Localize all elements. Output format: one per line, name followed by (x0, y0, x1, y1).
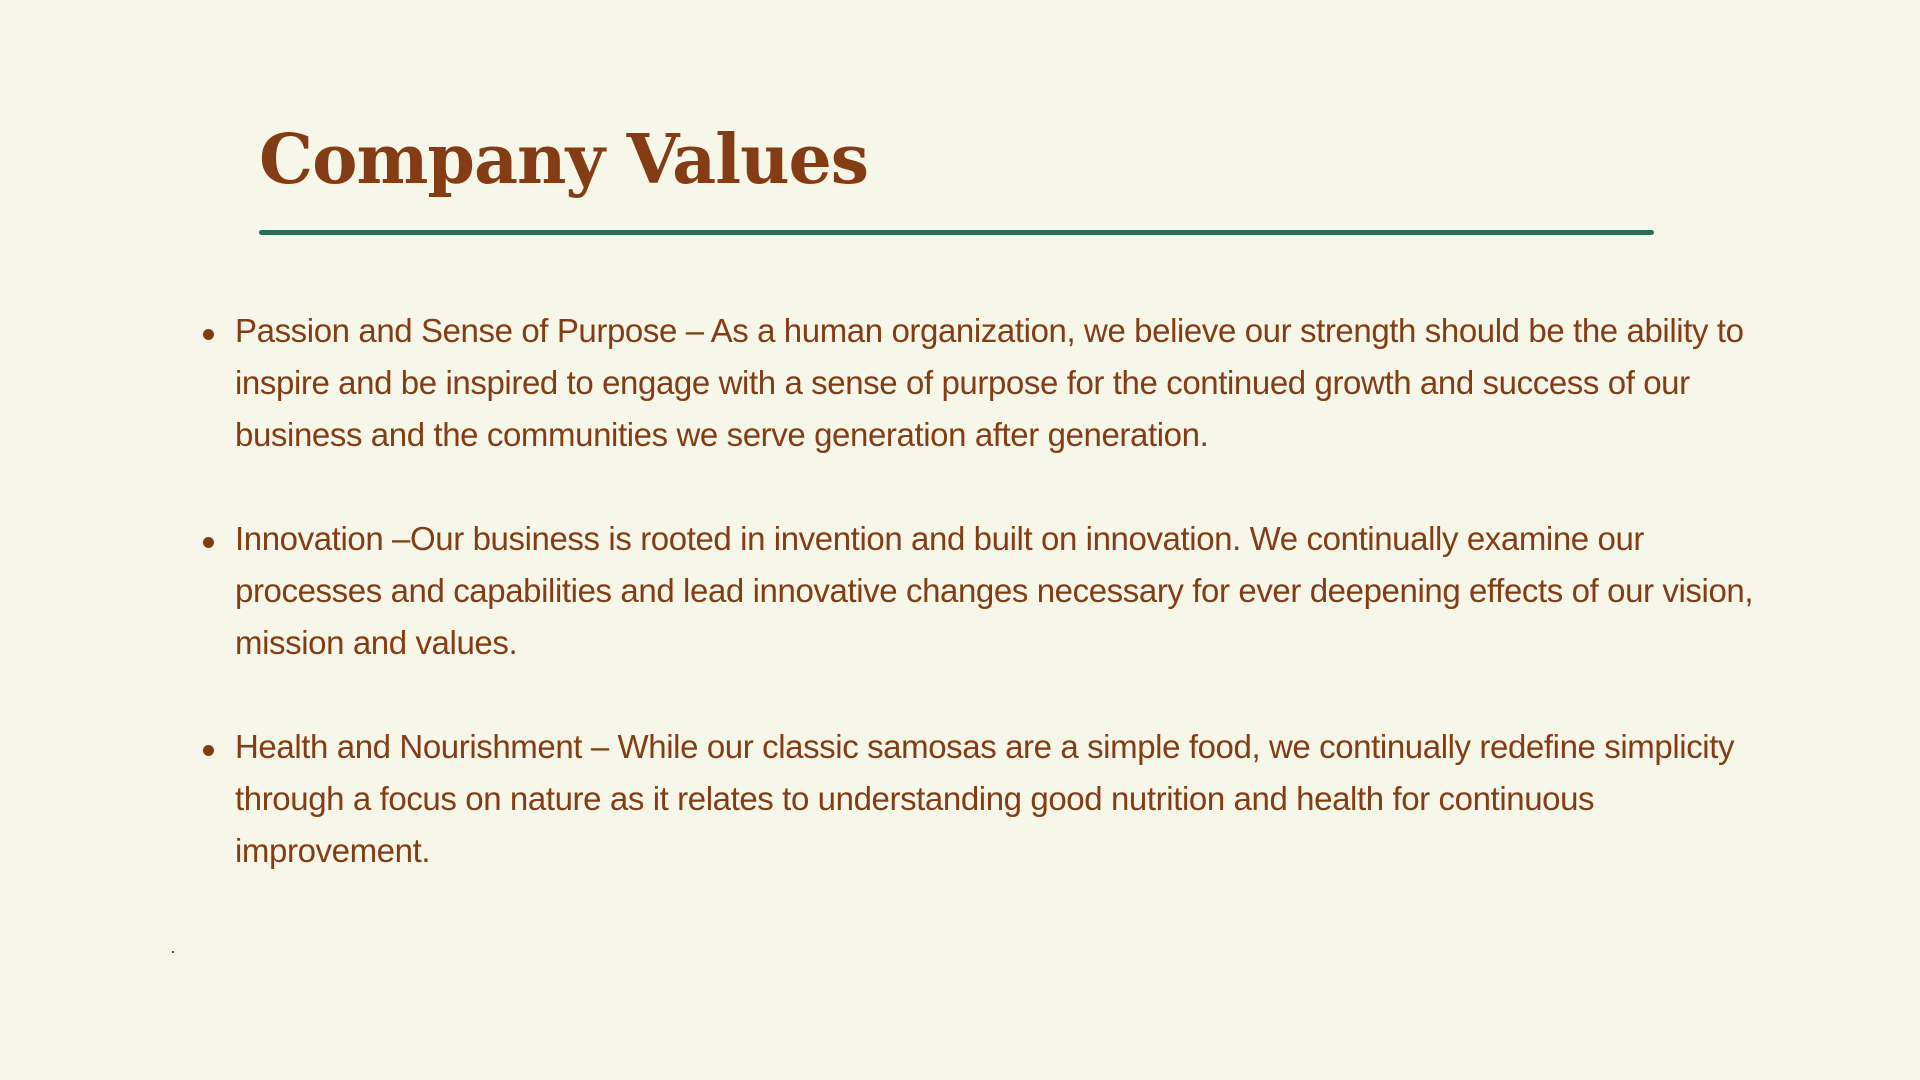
bullet-icon (203, 329, 214, 340)
list-item: Health and Nourishment – While our class… (198, 721, 1778, 877)
bullet-icon (203, 745, 214, 756)
value-text: Innovation –Our business is rooted in in… (235, 520, 1754, 661)
list-item: Innovation –Our business is rooted in in… (198, 513, 1778, 669)
title-divider (259, 230, 1654, 235)
decorative-speck (172, 951, 174, 953)
value-text: Health and Nourishment – While our class… (235, 728, 1735, 869)
bullet-icon (203, 537, 214, 548)
value-text: Passion and Sense of Purpose – As a huma… (235, 312, 1744, 453)
slide: Company Values Passion and Sense of Purp… (0, 0, 1920, 1080)
list-item: Passion and Sense of Purpose – As a huma… (198, 305, 1778, 461)
values-list: Passion and Sense of Purpose – As a huma… (198, 305, 1778, 929)
slide-title: Company Values (259, 120, 869, 200)
